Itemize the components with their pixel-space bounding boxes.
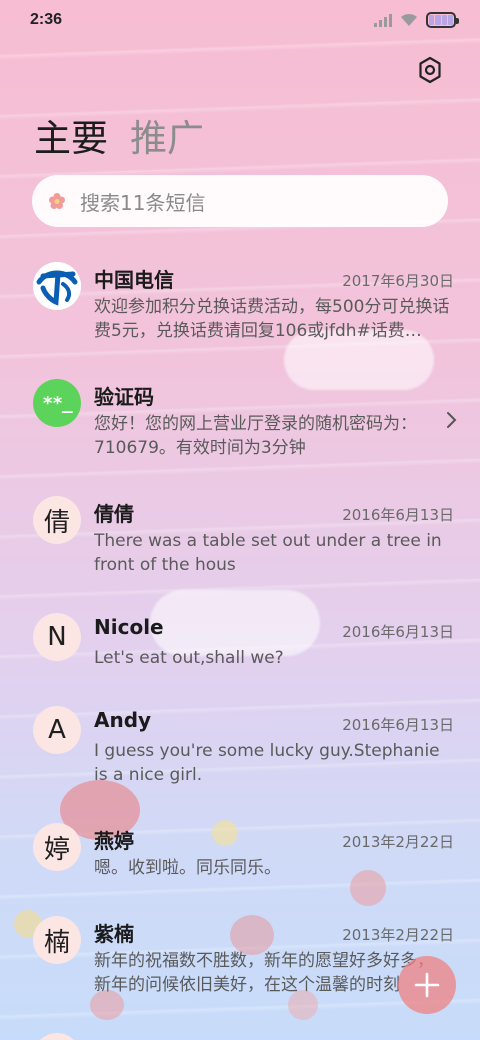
conversation-row[interactable]: 子玲 — [0, 1015, 480, 1040]
status-bar: 2:36 — [0, 0, 480, 40]
conversation-row[interactable]: A Andy 2016年6月13日 I guess you're some lu… — [0, 688, 480, 805]
avatar: **_ — [33, 379, 81, 427]
conversation-preview: 嗯。收到啦。同乐同乐。 — [94, 858, 281, 878]
conversation-date: 2017年6月30日 — [342, 272, 454, 290]
avatar: N — [33, 613, 81, 661]
conversation-preview: 您好！您的网上营业厅登录的随机密码为：710679。有效时间为3分钟 — [94, 414, 417, 458]
conversation-name: 倩倩 — [94, 502, 134, 526]
plus-icon — [414, 972, 440, 998]
conversation-date: 2013年2月22日 — [342, 833, 454, 851]
signal-icon — [374, 13, 392, 27]
conversation-row[interactable]: 婷 燕婷 2013年2月22日 嗯。收到啦。同乐同乐。 — [0, 805, 480, 898]
conversation-name: Nicole — [94, 615, 164, 639]
conversation-date: 2016年6月13日 — [342, 623, 454, 641]
conversation-row[interactable]: **_ 验证码 您好！您的网上营业厅登录的随机密码为：710679。有效时间为3… — [0, 361, 480, 478]
gear-icon[interactable] — [416, 56, 444, 84]
battery-icon — [426, 12, 459, 28]
tab-bar: 主要 推广 — [34, 108, 204, 162]
avatar: 倩 — [33, 496, 81, 544]
conversation-row[interactable]: 倩 倩倩 2016年6月13日 There was a table set ou… — [0, 478, 480, 595]
avatar: 婷 — [33, 823, 81, 871]
conversation-name: 验证码 — [94, 385, 154, 409]
search-placeholder: 搜索11条短信 — [80, 190, 206, 215]
compose-button[interactable] — [398, 956, 456, 1014]
status-time: 2:36 — [30, 11, 63, 28]
conversation-date: 2016年6月13日 — [342, 506, 454, 524]
tab-primary[interactable]: 主要 — [34, 108, 108, 162]
conversation-preview: 欢迎参加积分兑换话费活动，每500分可兑换话费5元，兑换话费请回复106或jfd… — [94, 297, 450, 341]
flower-search-icon — [49, 193, 65, 209]
china-telecom-logo-icon — [33, 262, 81, 310]
avatar: A — [33, 706, 81, 754]
conversation-preview: I guess you're some lucky guy.Stephanie … — [94, 741, 440, 785]
wifi-icon — [401, 13, 417, 26]
avatar: 楠 — [33, 916, 81, 964]
search-input[interactable]: 搜索11条短信 — [32, 175, 448, 227]
chevron-right-icon[interactable] — [444, 411, 458, 429]
conversation-preview: There was a table set out under a tree i… — [94, 531, 442, 575]
tab-promotions[interactable]: 推广 — [130, 108, 204, 162]
conversation-name: 紫楠 — [94, 922, 134, 946]
status-icons — [374, 12, 459, 28]
conversation-preview: 新年的祝福数不胜数，新年的愿望好多好多，新年的问候依旧美好，在这个温馨的时刻 — [94, 951, 434, 995]
conversation-name: 中国电信 — [94, 268, 174, 292]
conversation-name: 燕婷 — [94, 829, 134, 853]
conversation-date: 2013年2月22日 — [342, 926, 454, 944]
avatar — [33, 1033, 81, 1040]
conversation-preview: Let's eat out,shall we? — [94, 648, 284, 668]
conversation-list: 中国电信 2017年6月30日 欢迎参加积分兑换话费活动，每500分可兑换话费5… — [0, 244, 480, 1040]
avatar — [33, 262, 81, 310]
conversation-name: 子玲 — [94, 1035, 134, 1040]
conversation-date: 2016年6月13日 — [342, 716, 454, 734]
conversation-row[interactable]: N Nicole 2016年6月13日 Let's eat out,shall … — [0, 595, 480, 688]
conversation-row[interactable]: 中国电信 2017年6月30日 欢迎参加积分兑换话费活动，每500分可兑换话费5… — [0, 244, 480, 361]
conversation-name: Andy — [94, 708, 152, 732]
